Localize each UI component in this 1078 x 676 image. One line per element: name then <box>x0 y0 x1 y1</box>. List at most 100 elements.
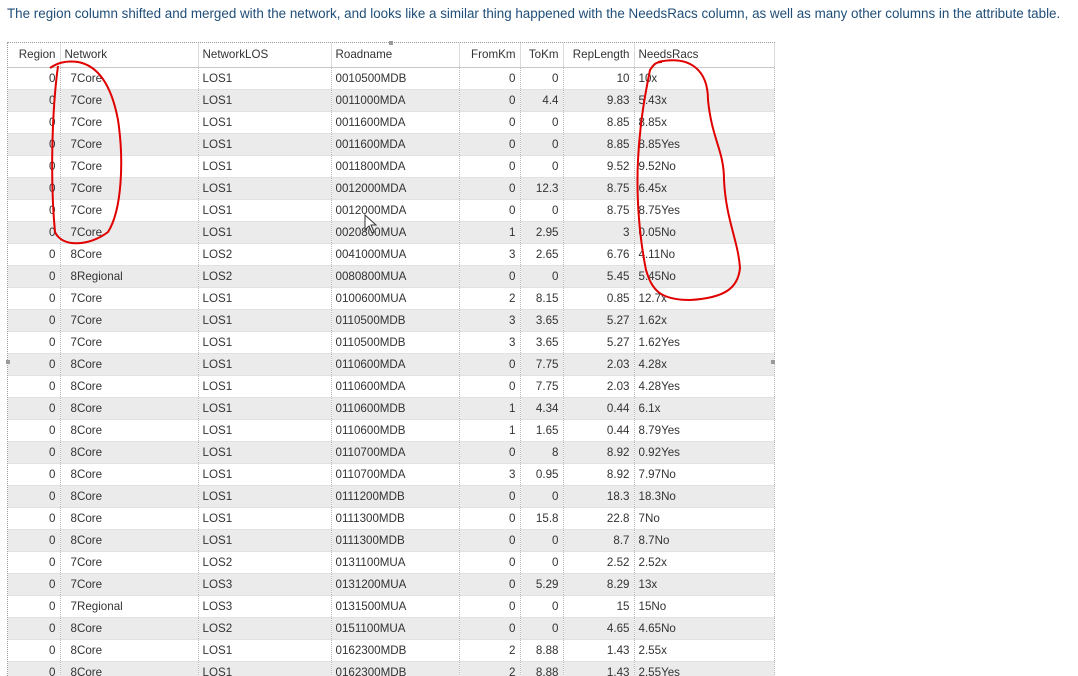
cell-networklos[interactable]: LOS1 <box>198 309 332 332</box>
cell-network[interactable]: 8Core <box>60 661 199 676</box>
cell-tokm[interactable]: 0 <box>520 551 564 574</box>
cell-needsracs[interactable]: 1.62x <box>634 309 775 332</box>
cell-networklos[interactable]: LOS2 <box>198 551 332 574</box>
cell-roadname[interactable]: 0011600MDA <box>331 133 460 156</box>
cell-tokm[interactable]: 0 <box>520 133 564 156</box>
cell-tokm[interactable]: 0 <box>520 595 564 618</box>
cell-networklos[interactable]: LOS1 <box>198 111 332 134</box>
cell-region[interactable]: 0 <box>8 89 61 112</box>
cell-replength[interactable]: 4.65 <box>563 617 635 640</box>
cell-tokm[interactable]: 0.95 <box>520 463 564 486</box>
column-header-network[interactable]: Network <box>60 43 199 68</box>
resize-handle-top[interactable] <box>389 41 393 45</box>
cell-region[interactable]: 0 <box>8 309 61 332</box>
cell-region[interactable]: 0 <box>8 463 61 486</box>
table-row[interactable]: 0 7Regional LOS3 0131500MUA 0 0 15 15No <box>8 595 775 618</box>
cell-replength[interactable]: 8.85 <box>563 133 635 156</box>
cell-networklos[interactable]: LOS1 <box>198 177 332 200</box>
column-header-tokm[interactable]: ToKm <box>520 43 564 68</box>
table-row[interactable]: 0 7Core LOS2 0131100MUA 0 0 2.52 2.52x <box>8 551 775 574</box>
cell-roadname[interactable]: 0110600MDB <box>331 419 460 442</box>
table-row[interactable]: 0 7Core LOS1 0011000MDA 0 4.4 9.83 5.43x <box>8 89 775 112</box>
table-row[interactable]: 0 7Core LOS1 0012000MDA 0 0 8.75 8.75Yes <box>8 199 775 222</box>
cell-roadname[interactable]: 0010500MDB <box>331 67 460 90</box>
cell-region[interactable]: 0 <box>8 639 61 662</box>
cell-roadname[interactable]: 0011800MDA <box>331 155 460 178</box>
cell-network[interactable]: 7Core <box>60 331 199 354</box>
cell-region[interactable]: 0 <box>8 287 61 310</box>
cell-needsracs[interactable]: 4.65No <box>634 617 775 640</box>
cell-fromkm[interactable]: 0 <box>459 155 521 178</box>
cell-fromkm[interactable]: 0 <box>459 375 521 398</box>
table-row[interactable]: 0 7Core LOS1 0010500MDB 0 0 10 10x <box>8 67 775 90</box>
cell-region[interactable]: 0 <box>8 353 61 376</box>
cell-region[interactable]: 0 <box>8 243 61 266</box>
cell-replength[interactable]: 8.75 <box>563 199 635 222</box>
cell-region[interactable]: 0 <box>8 507 61 530</box>
cell-tokm[interactable]: 0 <box>520 199 564 222</box>
cell-region[interactable]: 0 <box>8 133 61 156</box>
cell-fromkm[interactable]: 0 <box>459 67 521 90</box>
table-row[interactable]: 0 8Core LOS1 0111300MDB 0 15.8 22.8 7No <box>8 507 775 530</box>
cell-networklos[interactable]: LOS1 <box>198 463 332 486</box>
cell-tokm[interactable]: 15.8 <box>520 507 564 530</box>
cell-replength[interactable]: 1.43 <box>563 661 635 676</box>
table-row[interactable]: 0 7Core LOS3 0131200MUA 0 5.29 8.29 13x <box>8 573 775 596</box>
cell-roadname[interactable]: 0080800MUA <box>331 265 460 288</box>
cell-needsracs[interactable]: 8.75Yes <box>634 199 775 222</box>
cell-region[interactable]: 0 <box>8 199 61 222</box>
cell-network[interactable]: 7Core <box>60 155 199 178</box>
cell-region[interactable]: 0 <box>8 265 61 288</box>
cell-roadname[interactable]: 0011000MDA <box>331 89 460 112</box>
cell-region[interactable]: 0 <box>8 221 61 244</box>
cell-roadname[interactable]: 0110600MDA <box>331 375 460 398</box>
cell-needsracs[interactable]: 4.28Yes <box>634 375 775 398</box>
cell-tokm[interactable]: 0 <box>520 617 564 640</box>
table-row[interactable]: 0 8Core LOS1 0111200MDB 0 0 18.3 18.3No <box>8 485 775 508</box>
table-row[interactable]: 0 8Core LOS1 0162300MDB 2 8.88 1.43 2.55Yes <box>8 661 775 676</box>
cell-needsracs[interactable]: 18.3No <box>634 485 775 508</box>
cell-roadname[interactable]: 0162300MDB <box>331 639 460 662</box>
cell-region[interactable]: 0 <box>8 595 61 618</box>
cell-replength[interactable]: 0.85 <box>563 287 635 310</box>
cell-needsracs[interactable]: 5.43x <box>634 89 775 112</box>
cell-network[interactable]: 7Core <box>60 89 199 112</box>
cell-fromkm[interactable]: 0 <box>459 133 521 156</box>
cell-fromkm[interactable]: 3 <box>459 243 521 266</box>
cell-region[interactable]: 0 <box>8 397 61 420</box>
cell-needsracs[interactable]: 8.79Yes <box>634 419 775 442</box>
cell-network[interactable]: 7Core <box>60 111 199 134</box>
cell-networklos[interactable]: LOS1 <box>198 331 332 354</box>
table-row[interactable]: 0 8Core LOS2 0041000MUA 3 2.65 6.76 4.11No <box>8 243 775 266</box>
cell-network[interactable]: 8Core <box>60 243 199 266</box>
cell-region[interactable]: 0 <box>8 551 61 574</box>
cell-networklos[interactable]: LOS2 <box>198 617 332 640</box>
cell-tokm[interactable]: 7.75 <box>520 375 564 398</box>
cell-needsracs[interactable]: 2.52x <box>634 551 775 574</box>
cell-replength[interactable]: 9.83 <box>563 89 635 112</box>
cell-fromkm[interactable]: 0 <box>459 551 521 574</box>
cell-tokm[interactable]: 0 <box>520 67 564 90</box>
cell-tokm[interactable]: 0 <box>520 265 564 288</box>
cell-network[interactable]: 8Core <box>60 639 199 662</box>
table-row[interactable]: 0 8Regional LOS2 0080800MUA 0 0 5.45 5.45No <box>8 265 775 288</box>
cell-networklos[interactable]: LOS1 <box>198 155 332 178</box>
cell-region[interactable]: 0 <box>8 617 61 640</box>
cell-tokm[interactable]: 7.75 <box>520 353 564 376</box>
cell-roadname[interactable]: 0110600MDA <box>331 353 460 376</box>
cell-networklos[interactable]: LOS1 <box>198 419 332 442</box>
cell-fromkm[interactable]: 0 <box>459 485 521 508</box>
cell-networklos[interactable]: LOS2 <box>198 265 332 288</box>
cell-region[interactable]: 0 <box>8 177 61 200</box>
cell-tokm[interactable]: 0 <box>520 485 564 508</box>
table-row[interactable]: 0 7Core LOS1 0110500MDB 3 3.65 5.27 1.62x <box>8 309 775 332</box>
column-header-replength[interactable]: RepLength <box>563 43 635 68</box>
column-header-needsracs[interactable]: NeedsRacs <box>634 43 775 68</box>
cell-replength[interactable]: 8.29 <box>563 573 635 596</box>
cell-needsracs[interactable]: 0.05No <box>634 221 775 244</box>
cell-network[interactable]: 8Core <box>60 419 199 442</box>
cell-network[interactable]: 8Core <box>60 441 199 464</box>
cell-needsracs[interactable]: 1.62Yes <box>634 331 775 354</box>
resize-handle-left[interactable] <box>6 360 10 364</box>
cell-tokm[interactable]: 3.65 <box>520 309 564 332</box>
